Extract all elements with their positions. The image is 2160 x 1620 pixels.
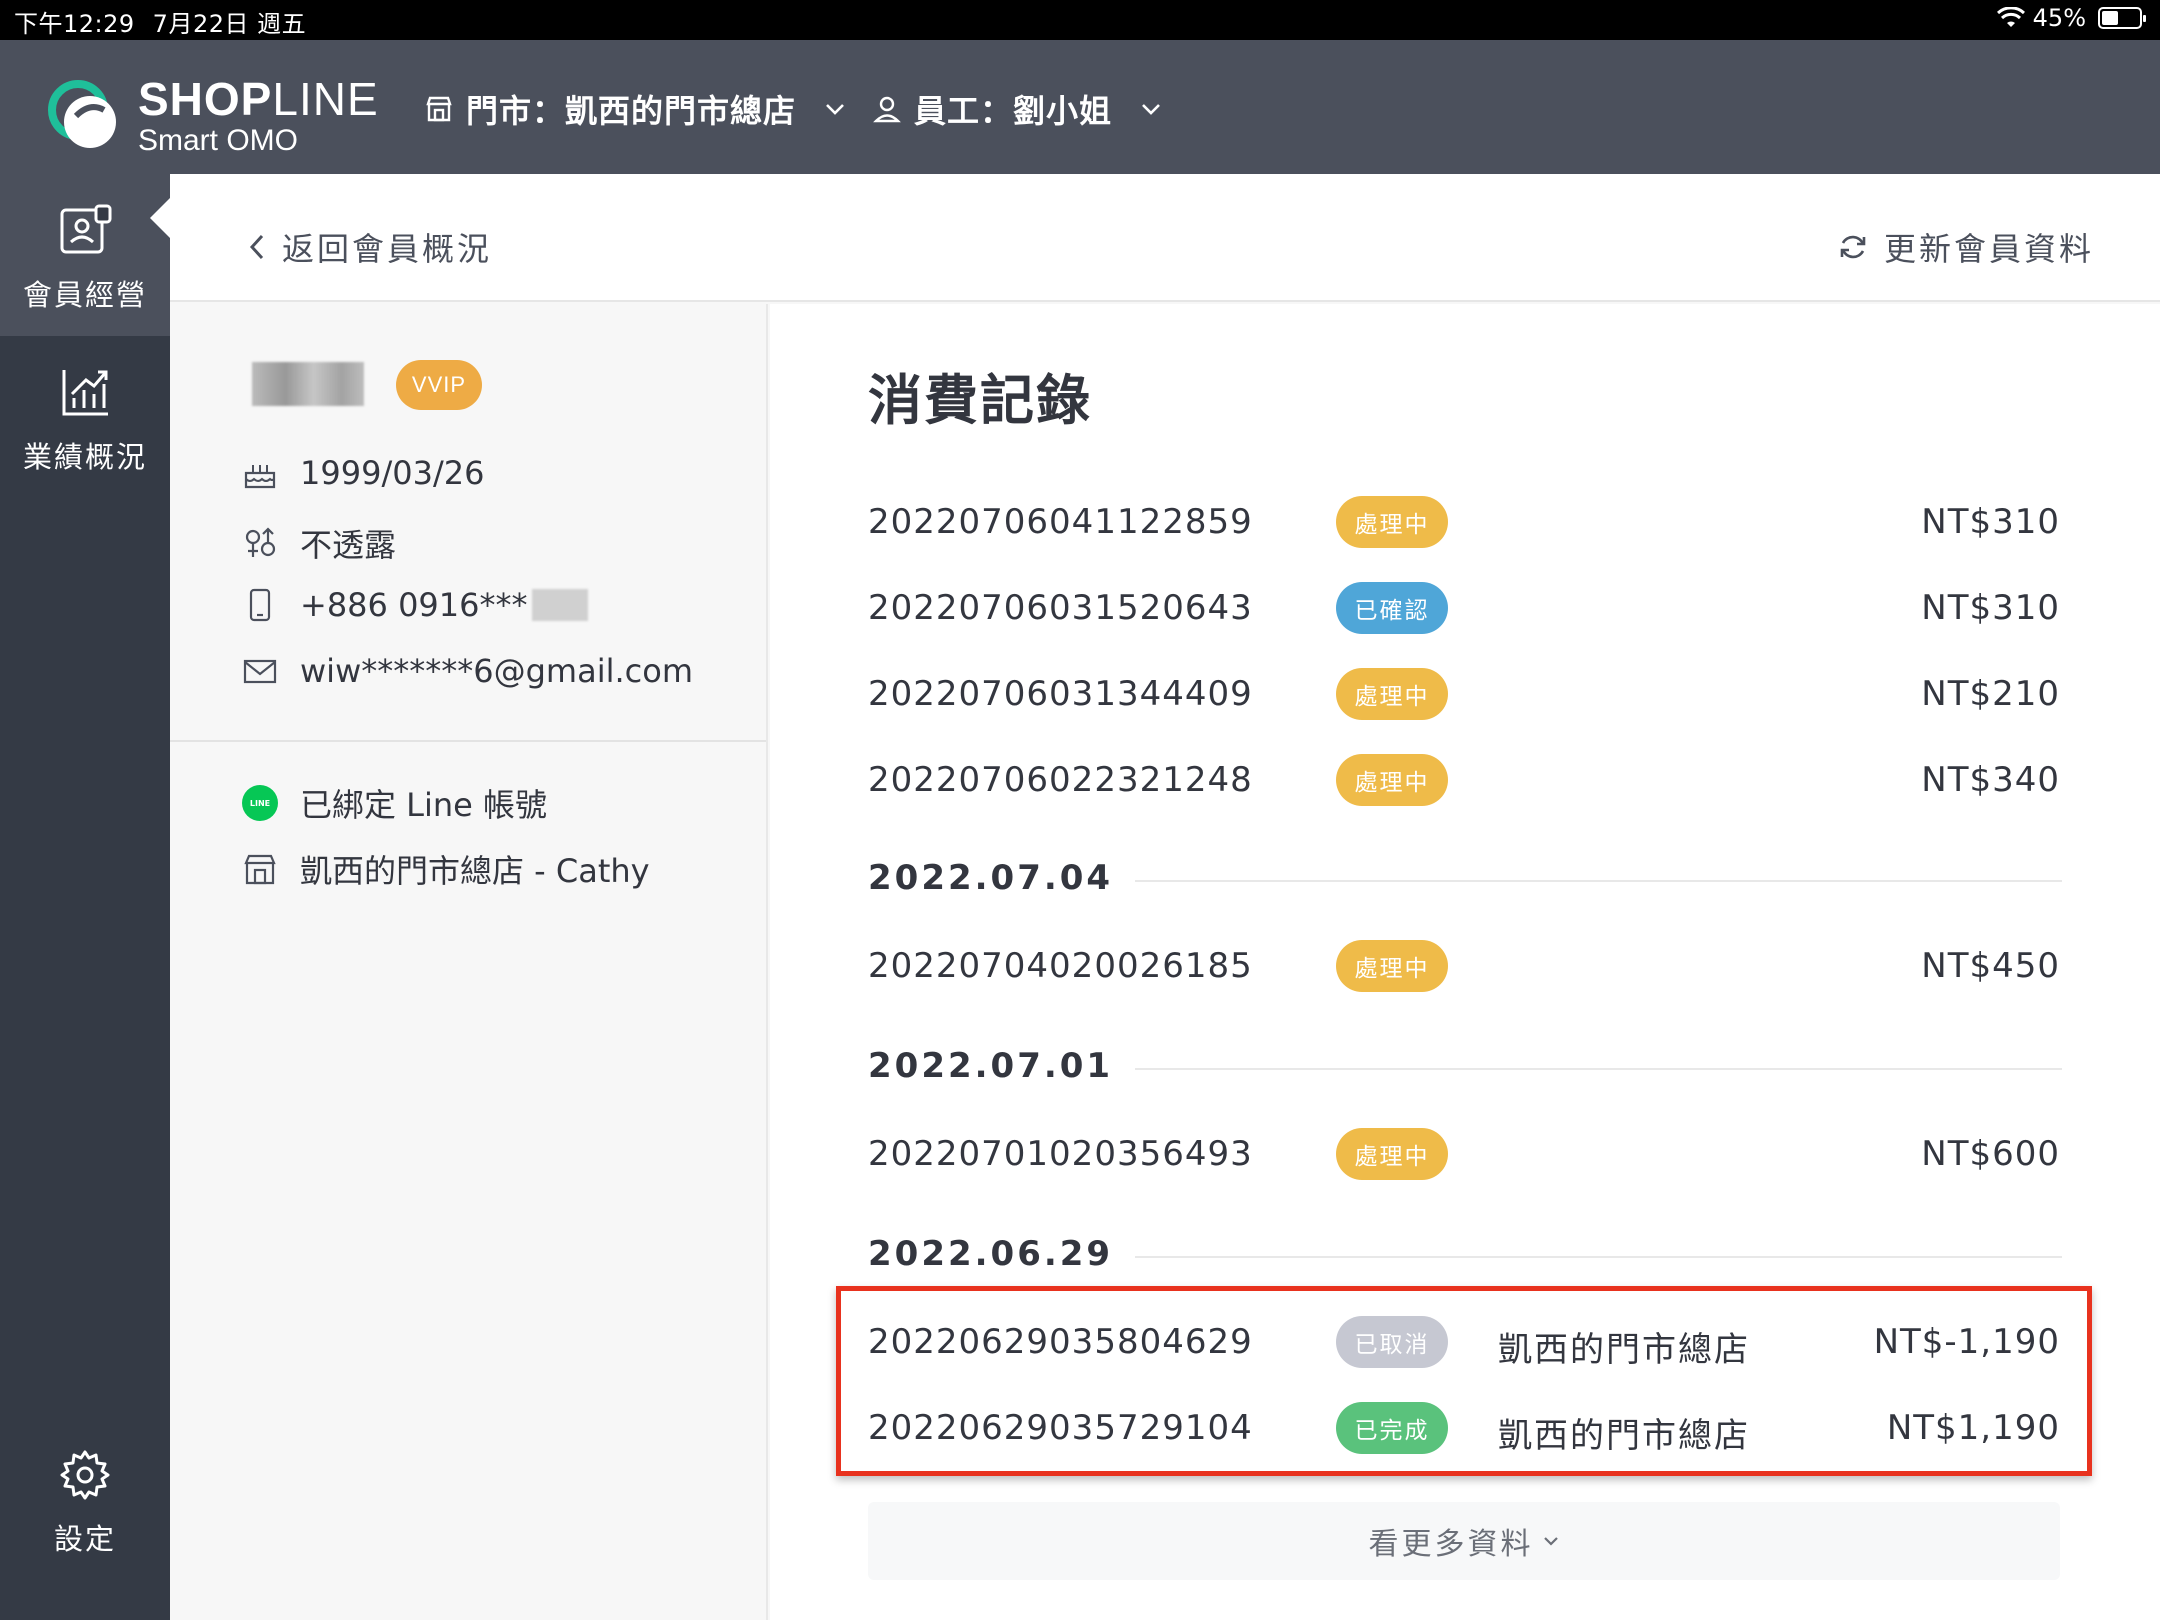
gear-icon xyxy=(60,1450,110,1500)
active-pointer xyxy=(150,196,172,240)
back-button[interactable]: 返回會員概況 xyxy=(246,224,492,270)
order-id: 20220701020356493 xyxy=(868,1134,1253,1174)
mail-icon xyxy=(243,659,277,684)
shopline-logo-mark-icon xyxy=(48,80,116,148)
chevron-down-icon xyxy=(826,104,844,115)
member-phone-value: +886 0916*** xyxy=(300,586,528,624)
order-status-badge: 處理中 xyxy=(1336,496,1448,548)
member-tier-badge: VVIP xyxy=(396,360,482,410)
sidebar-item-member[interactable]: 會員經營 xyxy=(0,174,172,336)
member-gender: 不透露 xyxy=(242,520,396,566)
member-card-icon xyxy=(60,204,112,254)
member-gender-value: 不透露 xyxy=(300,526,397,564)
order-status-badge: 已確認 xyxy=(1336,582,1448,634)
status-date: 7月22日 週五 xyxy=(152,10,307,38)
sidebar: 會員經營 業績概況 設定 xyxy=(0,174,172,1620)
order-amount: NT$210 xyxy=(1921,674,2060,714)
date-group-header: 2022.07.04 xyxy=(868,858,2062,898)
load-more-button[interactable]: 看更多資料 xyxy=(868,1502,2060,1580)
chevron-down-icon xyxy=(1142,104,1160,115)
birthday-cake-icon xyxy=(244,465,276,489)
order-id: 20220706031520643 xyxy=(868,588,1253,628)
sidebar-item-label: 設定 xyxy=(53,1522,116,1556)
content-topbar: 返回會員概況 更新會員資料 xyxy=(170,174,2160,302)
member-phone: +886 0916*** xyxy=(242,586,588,624)
date-group-header: 2022.07.01 xyxy=(868,1046,2062,1086)
store-icon xyxy=(244,854,276,885)
order-status-badge: 處理中 xyxy=(1336,754,1448,806)
order-row[interactable]: 20220706031344409 處理中 NT$210 xyxy=(868,668,2060,720)
shopline-logo: SHOPLINE Smart OMO xyxy=(46,66,379,157)
sidebar-item-settings[interactable]: 設定 xyxy=(0,1446,170,1558)
chevron-down-icon xyxy=(1543,1537,1558,1546)
status-time: 下午12:29 xyxy=(14,10,135,38)
member-line-status: 已綁定 Line 帳號 xyxy=(300,786,548,824)
order-status-badge: 處理中 xyxy=(1336,940,1448,992)
order-id: 20220706041122859 xyxy=(868,502,1253,542)
member-birthday-value: 1999/03/26 xyxy=(300,454,485,492)
highlight-box xyxy=(836,1286,2092,1476)
load-more-label: 看更多資料 xyxy=(1368,1527,1534,1562)
member-line-binding: LINE 已綁定 Line 帳號 xyxy=(242,780,547,826)
member-name-redacted xyxy=(252,362,364,406)
staff-icon xyxy=(873,96,901,123)
order-amount: NT$450 xyxy=(1921,946,2060,986)
order-amount: NT$340 xyxy=(1921,760,2060,800)
sidebar-item-label: 會員經營 xyxy=(22,278,147,312)
chevron-left-icon xyxy=(249,234,264,260)
records-title: 消費記錄 xyxy=(868,369,1092,432)
refresh-icon xyxy=(1840,235,1866,259)
order-row[interactable]: 20220701020356493 處理中 NT$600 xyxy=(868,1128,2060,1180)
back-button-label: 返回會員概況 xyxy=(282,230,493,268)
order-amount: NT$310 xyxy=(1921,588,2060,628)
order-id: 20220706022321248 xyxy=(868,760,1253,800)
order-status-badge: 處理中 xyxy=(1336,1128,1448,1180)
refresh-member-button[interactable]: 更新會員資料 xyxy=(1838,224,2094,270)
member-email-value: wiw*******6@gmail.com xyxy=(300,652,693,690)
order-status-badge: 處理中 xyxy=(1336,668,1448,720)
date-group-label: 2022.06.29 xyxy=(868,1234,1136,1274)
staff-selector-label: 員工：劉小姐 xyxy=(914,92,1113,130)
store-icon xyxy=(426,96,452,122)
order-id: 20220704020026185 xyxy=(868,946,1253,986)
date-group-label: 2022.07.01 xyxy=(868,1046,1136,1086)
order-amount: NT$600 xyxy=(1921,1134,2060,1174)
phone-redacted xyxy=(531,589,588,621)
sidebar-item-performance[interactable]: 業績概況 xyxy=(0,364,170,476)
refresh-member-label: 更新會員資料 xyxy=(1883,230,2094,268)
status-bar: 下午12:29 7月22日 週五 45% xyxy=(0,0,2160,40)
gender-icon xyxy=(245,527,276,557)
phone-icon xyxy=(249,588,271,622)
wifi-icon xyxy=(1996,7,2025,27)
order-row[interactable]: 20220706022321248 處理中 NT$340 xyxy=(868,754,2060,806)
staff-selector[interactable]: 員工：劉小姐 xyxy=(872,86,1162,132)
order-row[interactable]: 20220706031520643 已確認 NT$310 xyxy=(868,582,2060,634)
order-id: 20220706031344409 xyxy=(868,674,1253,714)
date-group-label: 2022.07.04 xyxy=(868,858,1136,898)
line-icon: LINE xyxy=(242,785,278,821)
date-group-header: 2022.06.29 xyxy=(868,1234,2062,1274)
order-row[interactable]: 20220706041122859 處理中 NT$310 xyxy=(868,496,2060,548)
member-email: wiw*******6@gmail.com xyxy=(242,652,693,690)
sidebar-item-label: 業績概況 xyxy=(22,440,147,474)
battery-icon xyxy=(2098,7,2146,29)
store-selector[interactable]: 門市：凱西的門市總店 xyxy=(424,86,846,132)
member-birthday: 1999/03/26 xyxy=(242,454,484,492)
brand-name: SHOPLINE xyxy=(138,73,379,125)
member-profile-panel: VVIP 1999/03/26 不透露 +886 0916*** wiw****… xyxy=(170,304,768,1620)
member-store-staff: 凱西的門市總店 - Cathy xyxy=(242,846,650,892)
store-selector-label: 門市：凱西的門市總店 xyxy=(466,92,797,130)
member-store-staff-value: 凱西的門市總店 - Cathy xyxy=(300,852,650,890)
order-row[interactable]: 20220704020026185 處理中 NT$450 xyxy=(868,940,2060,992)
app-header: SHOPLINE Smart OMO 門市：凱西的門市總店 員工：劉小姐 xyxy=(0,40,2160,174)
profile-divider xyxy=(170,740,766,742)
brand-subtitle: Smart OMO xyxy=(138,124,299,157)
order-amount: NT$310 xyxy=(1921,502,2060,542)
battery-percent: 45% xyxy=(2032,4,2086,32)
chart-icon xyxy=(62,370,108,416)
